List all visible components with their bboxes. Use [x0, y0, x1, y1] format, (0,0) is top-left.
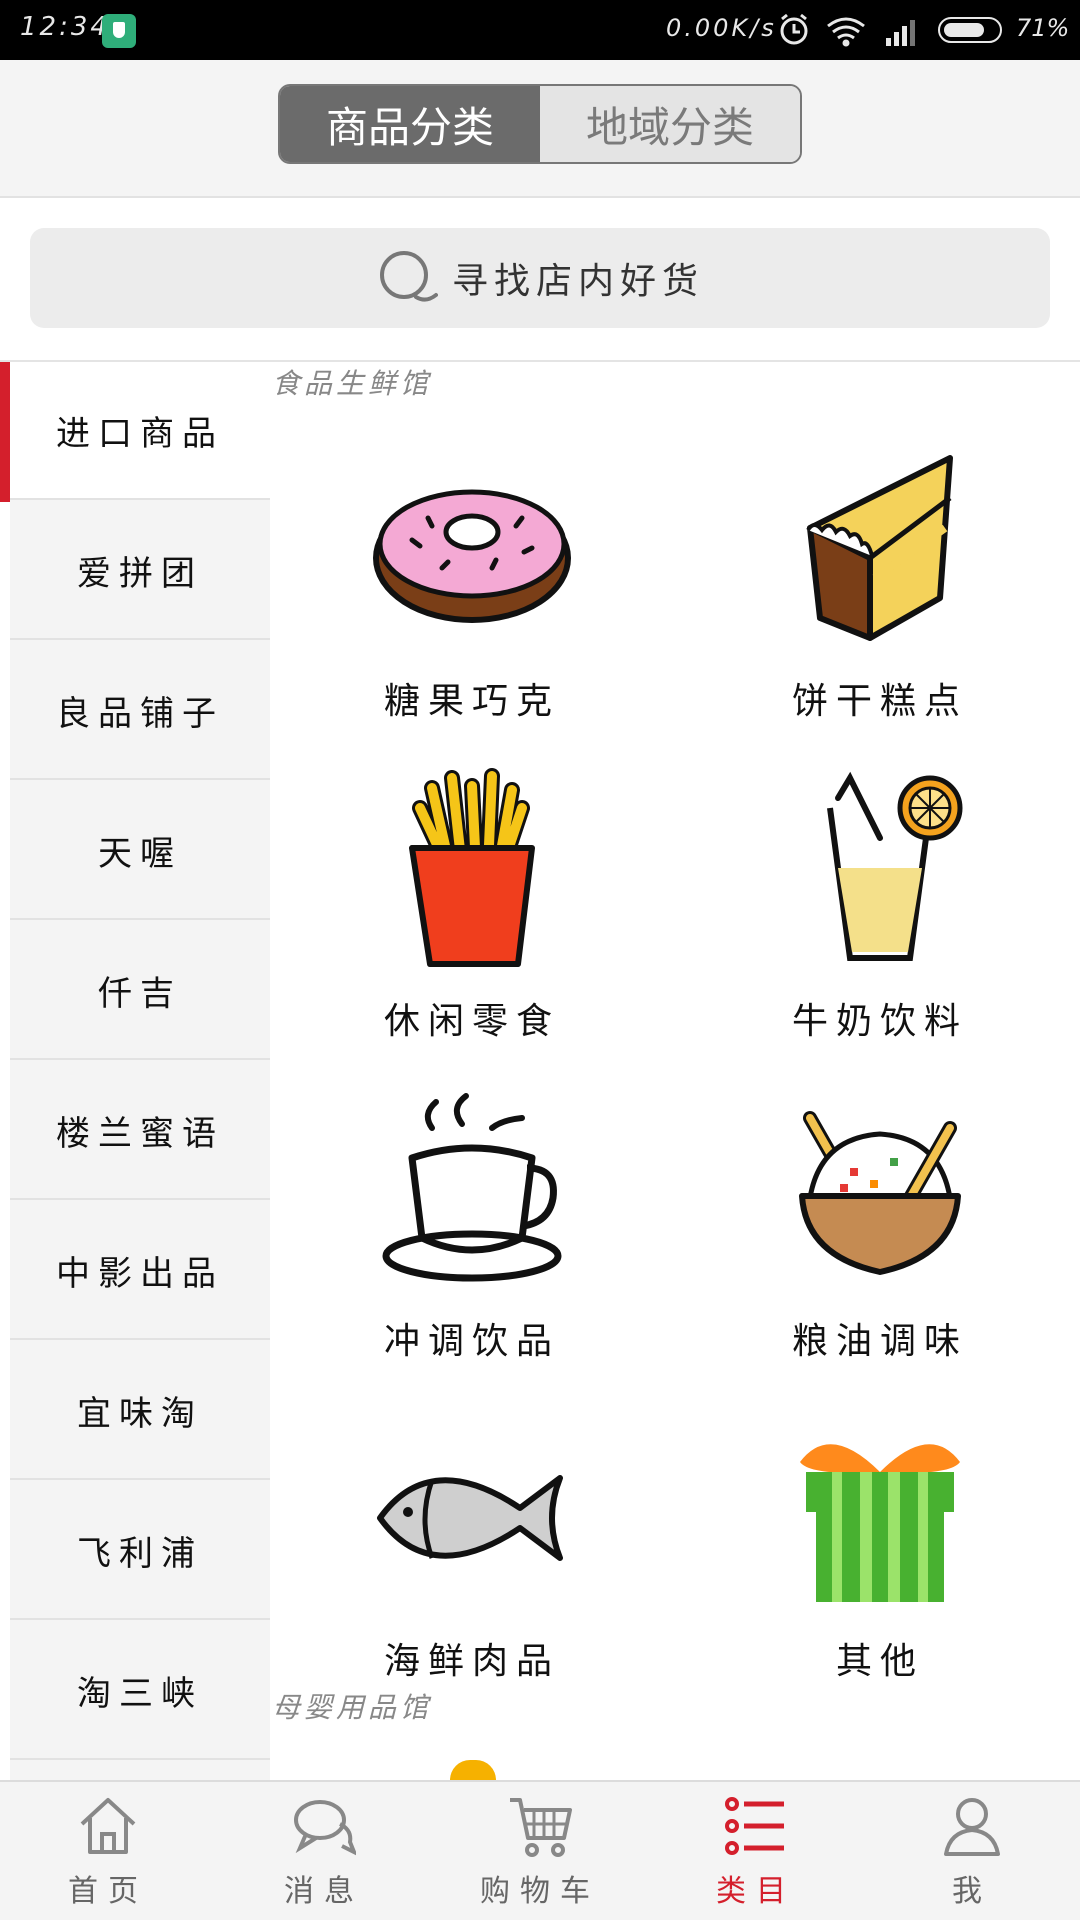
nav-label: 首页 — [68, 1874, 148, 1909]
nav-home[interactable]: 首页 — [0, 1782, 216, 1922]
sidebar-item-group-buy[interactable]: 爱拼团 — [10, 502, 270, 640]
status-bar: 12:34 0.00K/s 71% — [0, 0, 1080, 60]
battery-icon — [938, 17, 1002, 43]
category-tile-candy-chocolate[interactable]: 糖果巧克 — [272, 440, 672, 760]
category-mode-switch: 商品分类 地域分类 — [278, 84, 802, 164]
gift-icon — [800, 1444, 960, 1602]
coffee-cup-icon — [382, 1093, 562, 1282]
sidebar-item-zhongying[interactable]: 中影出品 — [10, 1202, 270, 1340]
category-tile-other[interactable]: 其他 — [680, 1400, 1080, 1720]
nav-label: 购物车 — [480, 1874, 600, 1909]
fish-icon — [377, 1475, 563, 1561]
bottom-nav: 首页 消息 购物车 类目 我 — [0, 1780, 1080, 1920]
section-title-mother-baby: 母婴用品馆 — [272, 1691, 433, 1724]
wifi-icon — [827, 17, 865, 47]
signal-icon — [886, 20, 915, 46]
category-label: 休闲零食 — [383, 1001, 560, 1042]
search-placeholder: 寻找店内好货 — [451, 261, 704, 302]
sidebar-item-taosanxia[interactable]: 淘三峡 — [10, 1622, 270, 1760]
message-icon — [294, 1800, 356, 1856]
list-icon — [725, 1797, 784, 1855]
category-label: 海鲜肉品 — [383, 1641, 560, 1682]
nav-messages[interactable]: 消息 — [216, 1782, 432, 1922]
status-time: 12:34 — [20, 12, 110, 42]
sidebar-item-imported-goods[interactable]: 进口商品 — [10, 362, 270, 500]
rice-bowl-icon — [799, 1111, 961, 1275]
nav-cart[interactable]: 购物车 — [432, 1782, 648, 1922]
category-label: 糖果巧克 — [383, 681, 560, 722]
fries-icon — [409, 768, 535, 967]
sidebar-item-philips[interactable]: 飞利浦 — [10, 1482, 270, 1620]
nav-me[interactable]: 我 — [864, 1782, 1080, 1922]
category-tile-seafood-meat[interactable]: 海鲜肉品 — [272, 1400, 672, 1720]
search-icon — [379, 251, 438, 302]
sidebar-item-loulan[interactable]: 楼兰蜜语 — [10, 1062, 270, 1200]
tab-region-category[interactable]: 地域分类 — [540, 86, 800, 162]
status-battery-percent: 71% — [1016, 14, 1070, 42]
search-bar[interactable]: 寻找店内好货 — [30, 228, 1050, 328]
nav-label: 我 — [952, 1874, 992, 1909]
drink-icon — [827, 771, 963, 961]
sidebar: 进口商品 爱拼团 良品铺子 天喔 仟吉 楼兰蜜语 中影出品 宜味淘 飞利浦 淘三… — [10, 362, 270, 1780]
category-label: 牛奶饮料 — [791, 1001, 968, 1042]
cake-icon — [806, 455, 953, 641]
category-tile-milk-drinks[interactable]: 牛奶饮料 — [680, 760, 1080, 1080]
category-label: 饼干糕点 — [791, 681, 968, 722]
category-label: 其他 — [835, 1641, 924, 1682]
shield-icon — [102, 14, 136, 48]
home-icon — [80, 1798, 136, 1854]
category-label: 冲调饮品 — [383, 1321, 560, 1362]
category-tile-snacks[interactable]: 休闲零食 — [272, 760, 672, 1080]
nav-categories[interactable]: 类目 — [648, 1782, 864, 1922]
cart-icon — [510, 1798, 572, 1857]
nav-label: 消息 — [284, 1874, 364, 1909]
sidebar-active-indicator — [0, 362, 10, 502]
user-icon — [944, 1798, 1000, 1856]
top-header: 商品分类 地域分类 — [0, 60, 1080, 198]
partial-category-icon — [450, 1760, 496, 1780]
donut-icon — [373, 489, 571, 623]
sidebar-item-yiweitao[interactable]: 宜味淘 — [10, 1342, 270, 1480]
sidebar-item-tianwo[interactable]: 天喔 — [10, 782, 270, 920]
sidebar-item-bestore[interactable]: 良品铺子 — [10, 642, 270, 780]
nav-label: 类目 — [716, 1874, 796, 1909]
section-title-food: 食品生鲜馆 — [272, 367, 433, 400]
category-tile-grain-oil-seasoning[interactable]: 粮油调味 — [680, 1080, 1080, 1400]
status-icons — [780, 13, 915, 47]
category-tile-brewed-drinks[interactable]: 冲调饮品 — [272, 1080, 672, 1400]
category-label: 粮油调味 — [791, 1321, 968, 1362]
tab-product-category[interactable]: 商品分类 — [280, 86, 540, 162]
category-tile-biscuit-pastry[interactable]: 饼干糕点 — [680, 440, 1080, 760]
status-net-speed: 0.00K/s — [666, 14, 777, 42]
sidebar-item-qianji[interactable]: 仟吉 — [10, 922, 270, 1060]
alarm-icon — [780, 13, 808, 45]
